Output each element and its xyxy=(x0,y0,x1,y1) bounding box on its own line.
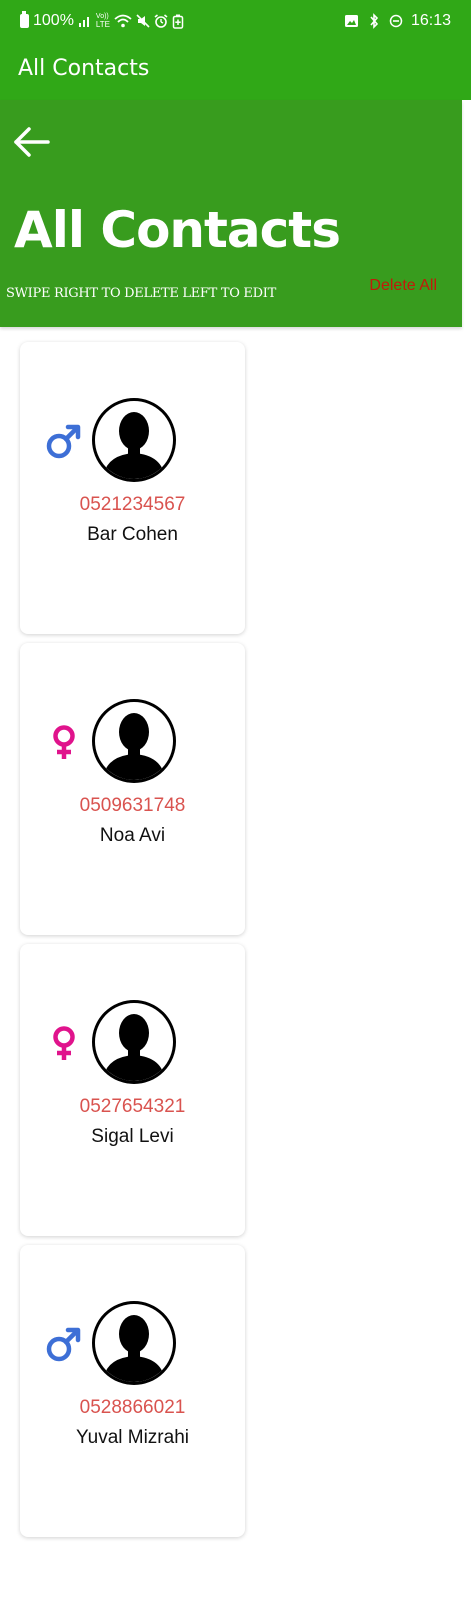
avatar xyxy=(92,398,176,482)
female-icon xyxy=(44,723,84,763)
avatar xyxy=(92,1000,176,1084)
contacts-header: All Contacts SWIPE RIGHT TO DELETE LEFT … xyxy=(0,100,462,327)
avatar xyxy=(92,699,176,783)
contact-phone: 0527654321 xyxy=(79,1096,186,1117)
clock: 16:13 xyxy=(410,12,451,29)
contact-card[interactable]: 0521234567 Bar Cohen xyxy=(20,342,245,634)
back-button[interactable] xyxy=(12,124,52,160)
wifi-icon xyxy=(114,14,132,28)
contact-name: Sigal Levi xyxy=(91,1126,174,1147)
avatar xyxy=(92,1301,176,1385)
signal-icon xyxy=(78,17,89,27)
status-right: 16:13 xyxy=(344,12,451,30)
contact-name: Yuval Mizrahi xyxy=(76,1427,189,1448)
alarm-icon xyxy=(154,14,168,28)
battery-level: 100% xyxy=(33,12,74,29)
contact-name: Noa Avi xyxy=(99,825,166,846)
delete-all-button[interactable]: Delete All xyxy=(369,277,437,295)
female-icon xyxy=(44,1024,84,1064)
bluetooth-icon xyxy=(370,13,379,29)
person-silhouette-icon xyxy=(103,1315,165,1382)
image-icon xyxy=(344,15,358,27)
person-silhouette-icon xyxy=(103,412,165,479)
male-icon xyxy=(44,1325,84,1365)
contact-phone: 0528866021 xyxy=(79,1397,186,1418)
contact-card[interactable]: 0527654321 Sigal Levi xyxy=(20,944,245,1236)
lte-label: LTE xyxy=(95,20,110,29)
contact-card[interactable]: 0528866021 Yuval Mizrahi xyxy=(20,1245,245,1537)
back-arrow-icon xyxy=(14,127,50,157)
app-bar: All Contacts xyxy=(0,44,471,100)
volte-badge: Vo)) LTE xyxy=(96,13,110,29)
page-title: All Contacts xyxy=(14,201,341,259)
battery-saver-icon xyxy=(172,14,184,29)
app-bar-title: All Contacts xyxy=(18,56,150,81)
status-bar: 100% Vo)) LTE 16:13 xyxy=(0,0,471,44)
status-left: 100% Vo)) LTE xyxy=(20,11,184,30)
contact-card[interactable]: 0509631748 Noa Avi xyxy=(20,643,245,935)
mute-icon xyxy=(136,14,150,28)
person-silhouette-icon xyxy=(103,1014,165,1081)
contact-name: Bar Cohen xyxy=(87,524,178,545)
contact-phone: 0509631748 xyxy=(79,795,186,816)
dnd-icon xyxy=(389,14,403,28)
male-icon xyxy=(44,422,84,462)
swipe-hint: SWIPE RIGHT TO DELETE LEFT TO EDIT xyxy=(6,286,276,301)
contact-phone: 0521234567 xyxy=(79,494,186,515)
person-silhouette-icon xyxy=(103,713,165,780)
battery-icon xyxy=(20,11,29,28)
